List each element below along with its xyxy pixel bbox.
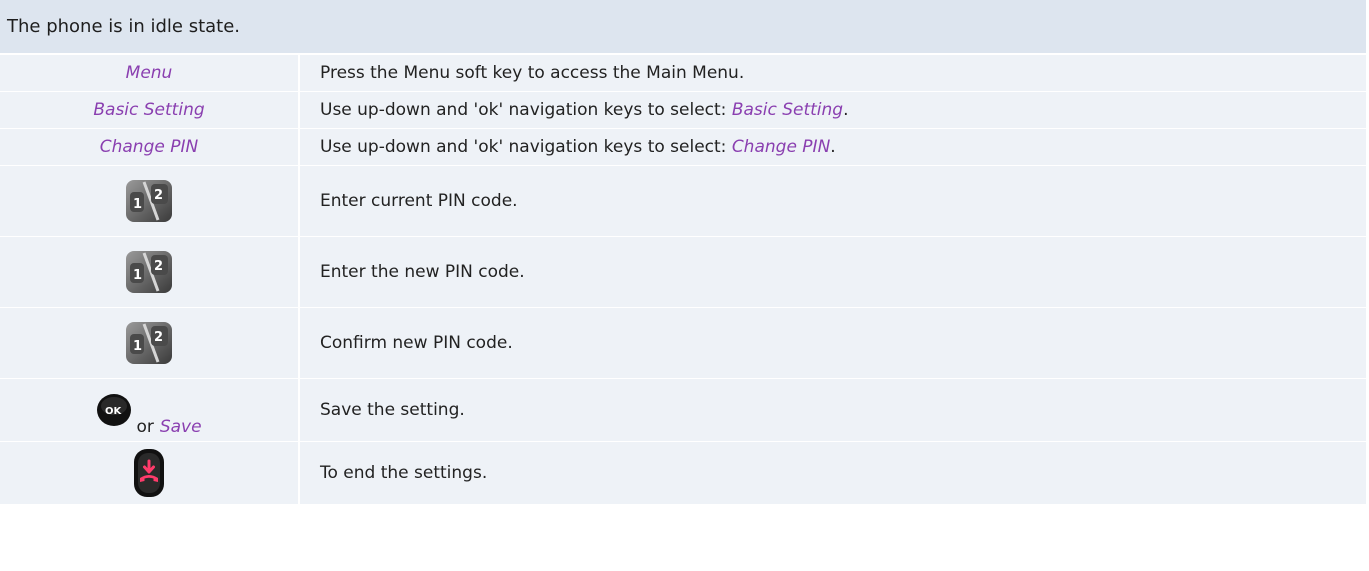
description-emphasis: Change PIN	[731, 137, 831, 157]
description-text: Use up-down and 'ok' navigation keys to …	[320, 100, 732, 120]
ok-button-icon: OK	[97, 394, 132, 426]
keypad-icon: 1 2	[126, 251, 172, 293]
svg-text:2: 2	[154, 330, 163, 345]
svg-text:1: 1	[133, 268, 142, 283]
save-softkey-label: Save	[159, 417, 202, 437]
svg-text:1: 1	[133, 197, 142, 212]
description-cell: Enter current PIN code.	[320, 191, 518, 211]
description-cell: Use up-down and 'ok' navigation keys to …	[300, 129, 1366, 165]
keypad-icon: 1 2	[126, 180, 172, 222]
hang-up-key-icon	[134, 449, 164, 497]
description-cell: Save the setting.	[320, 400, 465, 420]
description-cell: Confirm new PIN code.	[320, 333, 513, 353]
key-cell: Basic Setting	[0, 92, 300, 128]
description-cell: Use up-down and 'ok' navigation keys to …	[300, 92, 1366, 128]
instruction-table: The phone is in idle state. Menu Press t…	[0, 0, 1366, 504]
description-emphasis: Basic Setting	[731, 100, 844, 120]
key-cell	[0, 442, 300, 504]
table-row: 1 2 Enter the new PIN code.	[0, 236, 1366, 307]
description-cell: To end the settings.	[320, 463, 488, 483]
key-cell: 1 2	[0, 308, 300, 378]
table-row: To end the settings.	[0, 441, 1366, 504]
key-cell: Change PIN	[0, 129, 300, 165]
basic-setting-label: Basic Setting	[93, 100, 205, 120]
table-row: Change PIN Use up-down and 'ok' navigati…	[0, 128, 1366, 165]
description-suffix: .	[830, 137, 836, 157]
table-row: Basic Setting Use up-down and 'ok' navig…	[0, 91, 1366, 128]
key-cell: 1 2	[0, 237, 300, 307]
table-header: The phone is in idle state.	[0, 0, 1366, 54]
key-cell: OK or Save	[0, 379, 300, 441]
description-cell: Enter the new PIN code.	[320, 262, 525, 282]
description-cell: Press the Menu soft key to access the Ma…	[320, 63, 745, 83]
table-row: Menu Press the Menu soft key to access t…	[0, 54, 1366, 91]
description-suffix: .	[843, 100, 849, 120]
svg-text:OK: OK	[105, 406, 123, 417]
key-cell: 1 2	[0, 166, 300, 236]
description-text: Use up-down and 'ok' navigation keys to …	[320, 137, 732, 157]
svg-text:2: 2	[154, 259, 163, 274]
svg-text:1: 1	[133, 339, 142, 354]
menu-softkey-label: Menu	[125, 63, 173, 83]
table-row: 1 2 Enter current PIN code.	[0, 165, 1366, 236]
table-row: 1 2 Confirm new PIN code.	[0, 307, 1366, 378]
table-row: OK or Save Save the setting.	[0, 378, 1366, 441]
keypad-icon: 1 2	[126, 322, 172, 364]
key-cell: Menu	[0, 55, 300, 91]
change-pin-label: Change PIN	[99, 137, 199, 157]
ok-or-save: OK or Save	[96, 393, 202, 437]
svg-text:2: 2	[154, 188, 163, 203]
or-text: or	[136, 417, 154, 437]
